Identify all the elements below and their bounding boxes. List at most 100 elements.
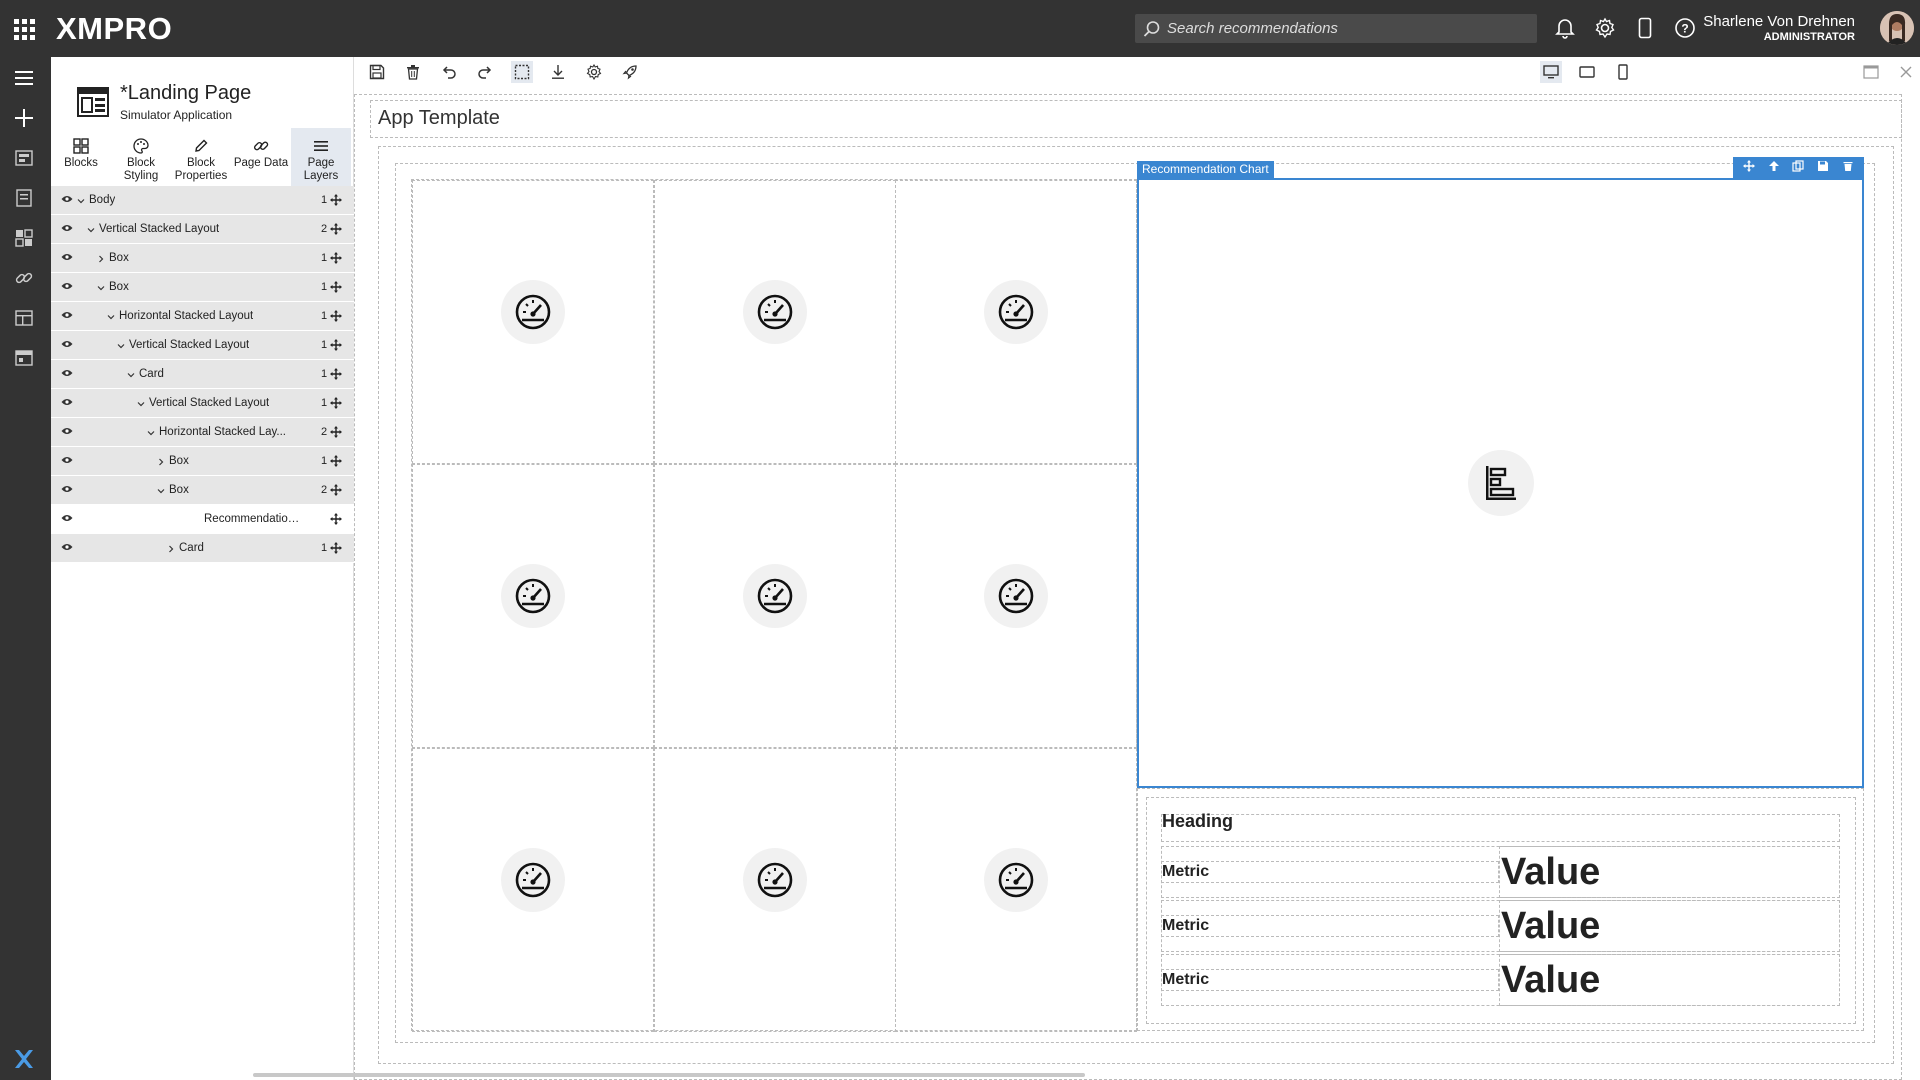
link-icon[interactable] bbox=[12, 266, 36, 290]
save-block-icon[interactable] bbox=[1817, 159, 1829, 177]
desktop-view-icon[interactable] bbox=[1540, 61, 1562, 83]
hamburger-menu-icon[interactable] bbox=[12, 66, 36, 90]
delete-block-icon[interactable] bbox=[1842, 159, 1854, 177]
help-icon[interactable]: ? bbox=[1672, 15, 1698, 41]
drag-move-icon[interactable] bbox=[330, 484, 342, 496]
select-parent-icon[interactable] bbox=[1768, 159, 1780, 177]
eye-icon[interactable] bbox=[61, 542, 73, 552]
chevron-down-icon[interactable] bbox=[127, 371, 135, 379]
layer-row[interactable]: Vertical Stacked Layout 1 bbox=[51, 331, 354, 360]
drag-move-icon[interactable] bbox=[330, 455, 342, 467]
search-bar[interactable] bbox=[1135, 14, 1537, 43]
drag-move-icon[interactable] bbox=[330, 339, 342, 351]
chevron-down-icon[interactable] bbox=[97, 284, 105, 292]
layer-row[interactable]: Box 1 bbox=[51, 447, 354, 476]
layer-child-count: 1 bbox=[321, 455, 328, 467]
eye-icon[interactable] bbox=[61, 426, 73, 436]
avatar[interactable] bbox=[1880, 11, 1914, 45]
drag-move-icon[interactable] bbox=[330, 542, 342, 554]
tab-blocks[interactable]: Blocks bbox=[51, 128, 111, 186]
apps-grid-icon[interactable] bbox=[12, 17, 36, 41]
heading-box[interactable] bbox=[1161, 814, 1840, 842]
layer-row[interactable]: Card 1 bbox=[51, 360, 354, 389]
layer-row[interactable]: Card 1 bbox=[51, 534, 354, 563]
eye-icon[interactable] bbox=[61, 339, 73, 349]
eye-icon[interactable] bbox=[61, 281, 73, 291]
bell-icon[interactable] bbox=[1552, 15, 1578, 41]
save-icon[interactable] bbox=[366, 61, 388, 83]
eye-icon[interactable] bbox=[61, 223, 73, 233]
dashboard-icon[interactable] bbox=[12, 226, 36, 250]
settings-gear-icon[interactable] bbox=[1592, 15, 1618, 41]
drag-move-icon[interactable] bbox=[330, 281, 342, 293]
chevron-right-icon[interactable] bbox=[157, 458, 165, 466]
copy-icon[interactable] bbox=[1792, 159, 1805, 177]
layer-child-count: 1 bbox=[321, 310, 328, 322]
undo-icon[interactable] bbox=[438, 61, 460, 83]
redo-icon[interactable] bbox=[474, 61, 496, 83]
download-icon[interactable] bbox=[547, 61, 569, 83]
chevron-down-icon[interactable] bbox=[87, 226, 95, 234]
drag-move-icon[interactable] bbox=[330, 426, 342, 438]
metric-label-box[interactable] bbox=[1161, 915, 1499, 937]
tab-page-layers[interactable]: Page Layers bbox=[291, 128, 351, 186]
window-icon[interactable] bbox=[12, 346, 36, 370]
metric-label: Metric bbox=[1162, 917, 1210, 934]
eye-icon[interactable] bbox=[61, 455, 73, 465]
layer-row[interactable]: Body 1 bbox=[51, 186, 354, 215]
settings-gear-icon[interactable] bbox=[583, 61, 605, 83]
drag-move-icon[interactable] bbox=[330, 513, 342, 525]
chevron-down-icon[interactable] bbox=[157, 487, 165, 495]
tab-block-styling[interactable]: Block Styling bbox=[111, 128, 171, 186]
layer-row[interactable]: Recommendation C... bbox=[51, 505, 354, 534]
eye-icon[interactable] bbox=[61, 194, 73, 204]
user-info[interactable]: Sharlene Von Drehnen ADMINISTRATOR bbox=[1700, 13, 1855, 43]
metric-label-box[interactable] bbox=[1161, 861, 1499, 883]
eye-icon[interactable] bbox=[61, 397, 73, 407]
chevron-right-icon[interactable] bbox=[97, 255, 105, 263]
metric-label-box[interactable] bbox=[1161, 969, 1499, 991]
drag-move-icon[interactable] bbox=[330, 252, 342, 264]
move-icon[interactable] bbox=[1743, 159, 1756, 177]
eye-icon[interactable] bbox=[61, 513, 73, 523]
chevron-right-icon[interactable] bbox=[167, 545, 175, 553]
eye-icon[interactable] bbox=[61, 368, 73, 378]
maximize-icon[interactable] bbox=[1860, 61, 1882, 83]
trash-icon[interactable] bbox=[402, 61, 424, 83]
chevron-down-icon[interactable] bbox=[107, 313, 115, 321]
drag-move-icon[interactable] bbox=[330, 397, 342, 409]
search-input[interactable] bbox=[1167, 20, 1527, 37]
drag-move-icon[interactable] bbox=[330, 368, 342, 380]
select-outline-icon[interactable] bbox=[511, 61, 533, 83]
device-icon[interactable] bbox=[1632, 15, 1658, 41]
chevron-down-icon[interactable] bbox=[147, 429, 155, 437]
chevron-down-icon[interactable] bbox=[117, 342, 125, 350]
layer-row[interactable]: Vertical Stacked Layout 2 bbox=[51, 215, 354, 244]
chevron-down-icon[interactable] bbox=[77, 197, 85, 205]
layer-row[interactable]: Box 1 bbox=[51, 273, 354, 302]
layer-row[interactable]: Horizontal Stacked Lay... 2 bbox=[51, 418, 354, 447]
pages-icon[interactable] bbox=[12, 146, 36, 170]
rocket-icon[interactable] bbox=[619, 61, 641, 83]
eye-icon[interactable] bbox=[61, 310, 73, 320]
horizontal-scrollbar[interactable] bbox=[253, 1073, 1085, 1077]
layer-row[interactable]: Vertical Stacked Layout 1 bbox=[51, 389, 354, 418]
header-box[interactable] bbox=[370, 100, 1902, 138]
layer-row[interactable]: Horizontal Stacked Layout 1 bbox=[51, 302, 354, 331]
add-icon[interactable] bbox=[12, 106, 36, 130]
tab-block-properties[interactable]: Block Properties bbox=[171, 128, 231, 186]
tablet-view-icon[interactable] bbox=[1576, 61, 1598, 83]
documents-icon[interactable] bbox=[12, 186, 36, 210]
drag-move-icon[interactable] bbox=[330, 194, 342, 206]
drag-move-icon[interactable] bbox=[330, 223, 342, 235]
eye-icon[interactable] bbox=[61, 252, 73, 262]
chevron-down-icon[interactable] bbox=[137, 400, 145, 408]
close-icon[interactable] bbox=[1895, 61, 1917, 83]
layer-row[interactable]: Box 1 bbox=[51, 244, 354, 273]
mobile-view-icon[interactable] bbox=[1612, 61, 1634, 83]
tab-page-data[interactable]: Page Data bbox=[231, 128, 291, 186]
eye-icon[interactable] bbox=[61, 484, 73, 494]
data-table-icon[interactable] bbox=[12, 306, 36, 330]
drag-move-icon[interactable] bbox=[330, 310, 342, 322]
layer-row[interactable]: Box 2 bbox=[51, 476, 354, 505]
